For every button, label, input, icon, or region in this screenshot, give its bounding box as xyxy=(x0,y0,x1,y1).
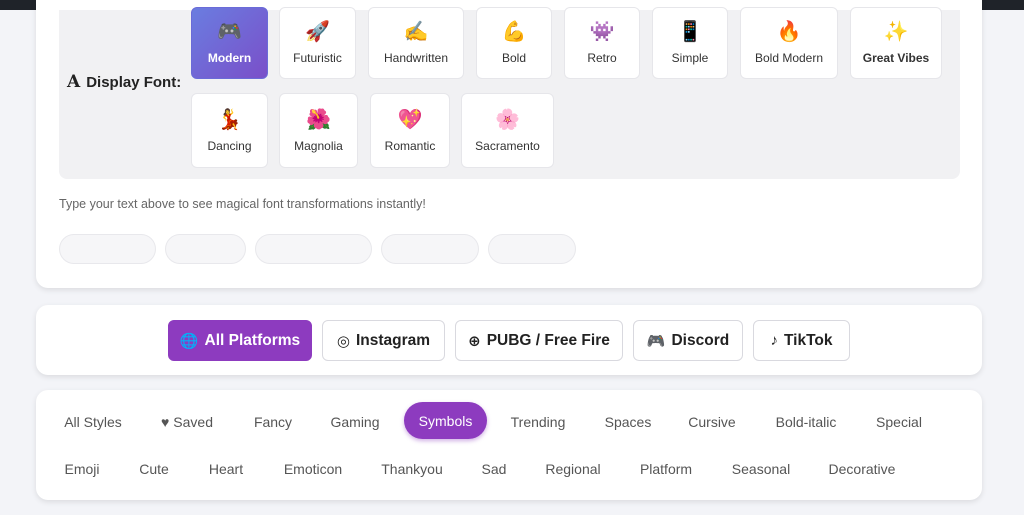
heart-icon: ♥ xyxy=(160,413,170,430)
globe-icon: 🌐 xyxy=(179,332,199,350)
category-emoji[interactable]: Emoji xyxy=(56,450,108,487)
fire-icon: 🔥 xyxy=(776,21,802,43)
discord-icon: 🎮 xyxy=(646,332,666,350)
font-option-bold-modern[interactable]: 🔥 Bold Modern xyxy=(740,7,838,79)
font-option-sacramento[interactable]: 🌸 Sacramento xyxy=(461,93,554,168)
font-option-label: Dancing xyxy=(207,138,252,153)
category-spaces[interactable]: Spaces xyxy=(600,403,656,440)
preview-pill[interactable] xyxy=(488,234,576,264)
heart-icon: 💖 xyxy=(397,108,423,131)
category-fancy[interactable]: Fancy xyxy=(249,403,297,440)
preview-pill[interactable] xyxy=(59,234,156,264)
font-option-label: Retro xyxy=(587,51,617,65)
platform-label: Instagram xyxy=(356,331,431,349)
font-option-retro[interactable]: 👾 Retro xyxy=(564,7,640,79)
space-invader-icon: 👾 xyxy=(589,21,615,43)
category-decorative[interactable]: Decorative xyxy=(824,450,900,487)
category-sad[interactable]: Sad xyxy=(476,450,512,487)
font-option-handwritten[interactable]: ✍️ Handwritten xyxy=(368,7,464,79)
gamepad-icon: 🎮 xyxy=(217,21,242,43)
font-option-label: Handwritten xyxy=(383,51,449,65)
category-emoticon[interactable]: Emoticon xyxy=(277,450,349,487)
preview-pill[interactable] xyxy=(255,234,372,264)
font-option-label: Great Vibes xyxy=(862,51,930,65)
platform-label: TikTok xyxy=(783,331,833,349)
platform-tiktok-button[interactable]: ♪ TikTok xyxy=(753,320,850,361)
platform-label: PUBG / Free Fire xyxy=(486,331,610,349)
category-gaming[interactable]: Gaming xyxy=(324,403,386,440)
category-trending[interactable]: Trending xyxy=(504,403,572,440)
platform-label: Discord xyxy=(671,331,730,349)
category-bold-italic[interactable]: Bold-italic xyxy=(768,403,844,440)
style-category-card: All Styles ♥ Saved Fancy Gaming Symbols … xyxy=(36,390,982,500)
font-option-label: Futuristic xyxy=(293,51,342,65)
mobile-phone-icon: 📱 xyxy=(677,21,703,43)
category-cursive[interactable]: Cursive xyxy=(682,403,742,440)
font-option-simple[interactable]: 📱 Simple xyxy=(652,7,728,79)
flexed-biceps-icon: 💪 xyxy=(501,21,527,43)
platform-all-button[interactable]: 🌐 All Platforms xyxy=(168,320,312,361)
platform-filter-card: 🌐 All Platforms ◎ Instagram ⊕ PUBG / Fre… xyxy=(36,305,982,375)
preview-pill[interactable] xyxy=(165,234,246,264)
font-option-label: Bold Modern xyxy=(754,51,824,65)
category-seasonal[interactable]: Seasonal xyxy=(726,450,796,487)
category-platform[interactable]: Platform xyxy=(634,450,698,487)
category-heart[interactable]: Heart xyxy=(202,450,250,487)
category-special[interactable]: Special xyxy=(870,403,928,440)
font-option-label: Simple xyxy=(671,51,709,65)
dancer-icon: 💃 xyxy=(217,108,242,131)
category-regional[interactable]: Regional xyxy=(540,450,606,487)
category-saved[interactable]: ♥ Saved xyxy=(154,403,220,440)
font-hint-text: Type your text above to see magical font… xyxy=(59,197,426,211)
font-option-great-vibes[interactable]: ✨ Great Vibes xyxy=(850,7,942,79)
font-option-label: Bold xyxy=(501,51,527,65)
font-option-dancing[interactable]: 💃 Dancing xyxy=(191,93,268,168)
hibiscus-icon: 🌺 xyxy=(306,108,331,131)
display-font-label: A Display Font: xyxy=(67,72,181,92)
font-option-romantic[interactable]: 💖 Romantic xyxy=(370,93,450,168)
sparkles-icon: ✨ xyxy=(883,21,909,43)
tiktok-icon: ♪ xyxy=(770,332,778,349)
font-option-label: Sacramento xyxy=(475,138,540,153)
font-a-icon: A xyxy=(67,72,81,92)
instagram-icon: ◎ xyxy=(336,332,350,350)
font-option-label: Magnolia xyxy=(294,138,343,153)
cherry-blossom-icon: 🌸 xyxy=(495,108,520,131)
rocket-icon: 🚀 xyxy=(305,21,330,43)
font-option-magnolia[interactable]: 🌺 Magnolia xyxy=(279,93,358,168)
crosshair-icon: ⊕ xyxy=(468,332,481,350)
font-option-label: Modern xyxy=(207,51,252,65)
category-cute[interactable]: Cute xyxy=(132,450,176,487)
preview-pill[interactable] xyxy=(381,234,479,264)
font-option-bold[interactable]: 💪 Bold xyxy=(476,7,552,79)
font-option-futuristic[interactable]: 🚀 Futuristic xyxy=(279,7,356,79)
category-all-styles[interactable]: All Styles xyxy=(56,403,130,440)
platform-instagram-button[interactable]: ◎ Instagram xyxy=(322,320,445,361)
category-symbols[interactable]: Symbols xyxy=(404,402,487,439)
font-option-label: Romantic xyxy=(384,138,436,153)
platform-discord-button[interactable]: 🎮 Discord xyxy=(633,320,743,361)
platform-pubg-button[interactable]: ⊕ PUBG / Free Fire xyxy=(455,320,623,361)
category-thankyou[interactable]: Thankyou xyxy=(376,450,448,487)
platform-label: All Platforms xyxy=(204,331,301,349)
font-option-modern[interactable]: 🎮 Modern xyxy=(191,7,268,79)
display-font-label-text: Display Font: xyxy=(86,73,182,91)
writing-hand-icon: ✍️ xyxy=(403,21,429,43)
category-label: Saved xyxy=(173,413,213,430)
